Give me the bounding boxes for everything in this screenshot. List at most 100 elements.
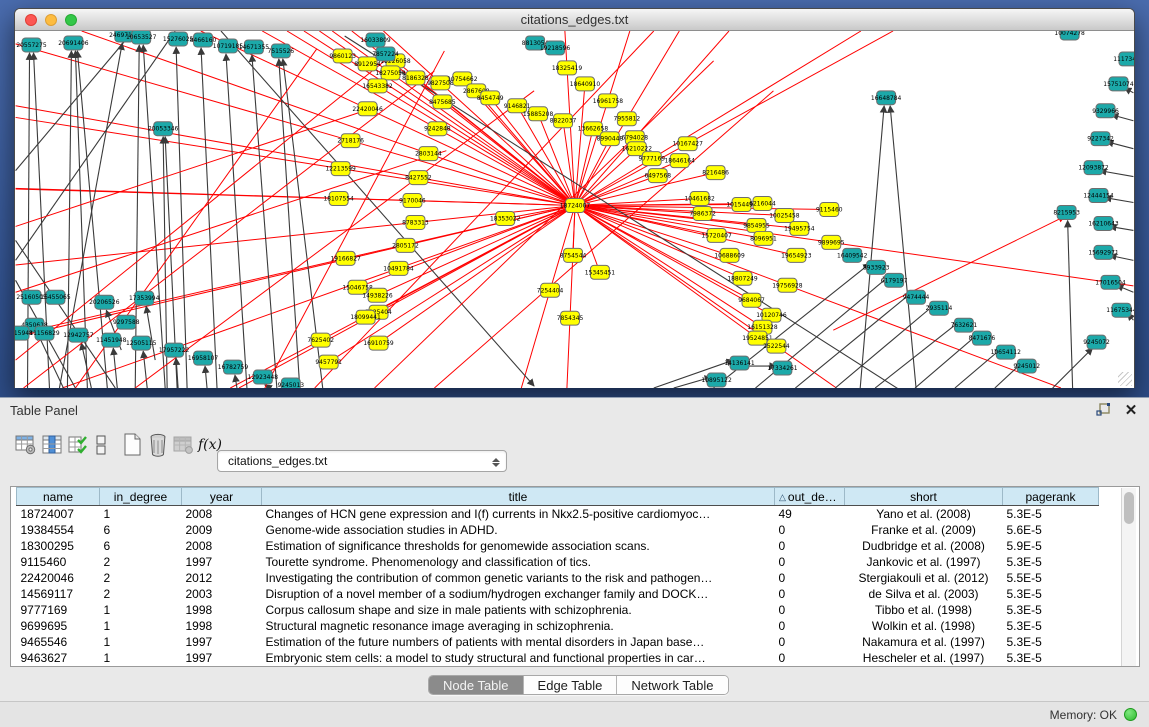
table-cell[interactable]: 1: [100, 650, 182, 666]
table-cell[interactable]: 2008: [182, 506, 262, 522]
graph-node[interactable]: 8475685: [429, 95, 456, 109]
table-cell[interactable]: 0: [775, 602, 845, 618]
table-cell[interactable]: Jankovic et al. (1997): [845, 554, 1003, 570]
graph-edge[interactable]: [368, 109, 575, 206]
column-header-name[interactable]: name: [17, 488, 100, 506]
merge-tables-button[interactable]: [91, 432, 111, 458]
table-cell[interactable]: Yano et al. (2008): [845, 506, 1003, 522]
table-cell[interactable]: 1998: [182, 602, 262, 618]
graph-node[interactable]: 9684067: [738, 293, 765, 307]
graph-edge[interactable]: [351, 141, 575, 206]
graph-edge[interactable]: [875, 321, 960, 388]
graph-node[interactable]: 19756928: [772, 278, 803, 292]
window-titlebar[interactable]: citations_edges.txt: [15, 9, 1134, 31]
graph-edge[interactable]: [915, 334, 978, 388]
tab-node-table[interactable]: Node Table: [429, 676, 524, 694]
graph-edge[interactable]: [1107, 142, 1134, 149]
graph-edge[interactable]: [205, 366, 207, 388]
graph-node[interactable]: 16910759: [363, 336, 394, 350]
graph-node[interactable]: 8822037: [550, 114, 577, 128]
table-cell[interactable]: 0: [775, 554, 845, 570]
table-cell[interactable]: 0: [775, 586, 845, 602]
table-cell[interactable]: Tourette syndrome. Phenomenology and cla…: [262, 554, 775, 570]
table-cell[interactable]: 14569117: [17, 586, 100, 602]
table-cell[interactable]: 1997: [182, 634, 262, 650]
graph-edge[interactable]: [567, 68, 575, 206]
table-cell[interactable]: 9115460: [17, 554, 100, 570]
tab-edge-table[interactable]: Edge Table: [524, 676, 618, 694]
graph-node[interactable]: 16210643: [1088, 216, 1119, 230]
table-cell[interactable]: Wolkin et al. (1998): [845, 618, 1003, 634]
graph-node[interactable]: 7254404: [537, 283, 564, 297]
graph-node[interactable]: 8216486: [702, 166, 729, 180]
graph-node[interactable]: 10491784: [383, 261, 414, 275]
graph-edge[interactable]: [1068, 220, 1073, 388]
table-cell[interactable]: Tibbo et al. (1998): [845, 602, 1003, 618]
graph-node[interactable]: 9245012: [1013, 359, 1040, 373]
table-row[interactable]: 1456911722003Disruption of a novel membe…: [17, 586, 1099, 602]
column-header-title[interactable]: title: [262, 488, 775, 506]
graph-node[interactable]: 10654112: [991, 345, 1022, 359]
table-cell[interactable]: 1997: [182, 554, 262, 570]
table-cell[interactable]: 2: [100, 570, 182, 586]
graph-node[interactable]: 8215953: [1053, 206, 1080, 220]
column-header-short[interactable]: short: [845, 488, 1003, 506]
graph-node[interactable]: 9457791: [315, 355, 342, 369]
table-cell[interactable]: Changes of HCN gene expression and I(f) …: [262, 506, 775, 522]
column-visibility-button[interactable]: [39, 432, 65, 458]
table-row[interactable]: 946362711997Embryonic stem cells: a mode…: [17, 650, 1099, 666]
graph-edge[interactable]: [252, 55, 277, 388]
table-row[interactable]: 1830029562008Estimation of significance …: [17, 538, 1099, 554]
table-cell[interactable]: 9777169: [17, 602, 100, 618]
table-cell[interactable]: Disruption of a novel member of a sodium…: [262, 586, 775, 602]
table-row[interactable]: 2242004622012Investigating the contribut…: [17, 570, 1099, 586]
table-row[interactable]: 977716911998Corpus callosum shape and si…: [17, 602, 1099, 618]
graph-node[interactable]: 9245072: [1083, 335, 1110, 349]
table-cell[interactable]: 0: [775, 650, 845, 666]
table-cell[interactable]: 6: [100, 538, 182, 554]
graph-edge[interactable]: [146, 306, 155, 360]
graph-node[interactable]: 7632621: [951, 318, 978, 332]
float-panel-button[interactable]: [1093, 401, 1113, 419]
graph-node[interactable]: 12213599: [325, 162, 356, 176]
graph-node[interactable]: 9777169: [638, 152, 665, 166]
graph-node[interactable]: 9899695: [818, 235, 845, 249]
graph-node[interactable]: 10688609: [714, 248, 745, 262]
table-cell[interactable]: 5.5E-5: [1003, 570, 1099, 586]
graph-node[interactable]: 15692971: [1088, 245, 1119, 259]
table-cell[interactable]: Franke et al. (2009): [845, 522, 1003, 538]
graph-node[interactable]: 8454749: [477, 91, 504, 105]
table-cell[interactable]: 5.3E-5: [1003, 602, 1099, 618]
graph-node[interactable]: 16409542: [837, 248, 868, 262]
graph-node[interactable]: 7857224: [372, 47, 399, 61]
table-cell[interactable]: 5.3E-5: [1003, 554, 1099, 570]
graph-node[interactable]: 8783313: [402, 215, 429, 229]
table-cell[interactable]: Hescheler et al. (1997): [845, 650, 1003, 666]
table-cell[interactable]: Estimation of the future numbers of pati…: [262, 634, 775, 650]
graph-edge[interactable]: [135, 91, 534, 388]
column-header-out_de[interactable]: △out_de…: [775, 488, 845, 506]
create-column-button[interactable]: [65, 432, 91, 458]
graph-node[interactable]: 2522544: [763, 339, 790, 353]
graph-node[interactable]: 9297588: [113, 315, 140, 329]
graph-node[interactable]: 2805172: [392, 238, 419, 252]
graph-node[interactable]: 16961758: [593, 94, 624, 108]
table-row[interactable]: 911546021997Tourette syndrome. Phenomeno…: [17, 554, 1099, 570]
graph-node[interactable]: 6497568: [644, 169, 671, 183]
table-cell[interactable]: Nakamura et al. (1997): [845, 634, 1003, 650]
close-panel-button[interactable]: ✕: [1121, 401, 1141, 419]
graph-node[interactable]: 20557275: [16, 38, 47, 52]
table-cell[interactable]: 5.3E-5: [1003, 618, 1099, 634]
graph-node[interactable]: 9245013: [277, 378, 304, 388]
graph-node[interactable]: 14671355: [239, 40, 270, 54]
graph-node[interactable]: 9329966: [1092, 104, 1119, 118]
graph-node[interactable]: 2803144: [415, 147, 442, 161]
graph-edge[interactable]: [890, 106, 916, 388]
graph-node[interactable]: 2935114: [926, 301, 953, 315]
new-table-button[interactable]: [119, 432, 145, 458]
graph-node[interactable]: 7955812: [614, 112, 641, 126]
graph-edge[interactable]: [688, 31, 893, 144]
graph-node[interactable]: 19654923: [781, 248, 812, 262]
table-cell[interactable]: 2: [100, 586, 182, 602]
graph-node[interactable]: 8096951: [750, 231, 777, 245]
